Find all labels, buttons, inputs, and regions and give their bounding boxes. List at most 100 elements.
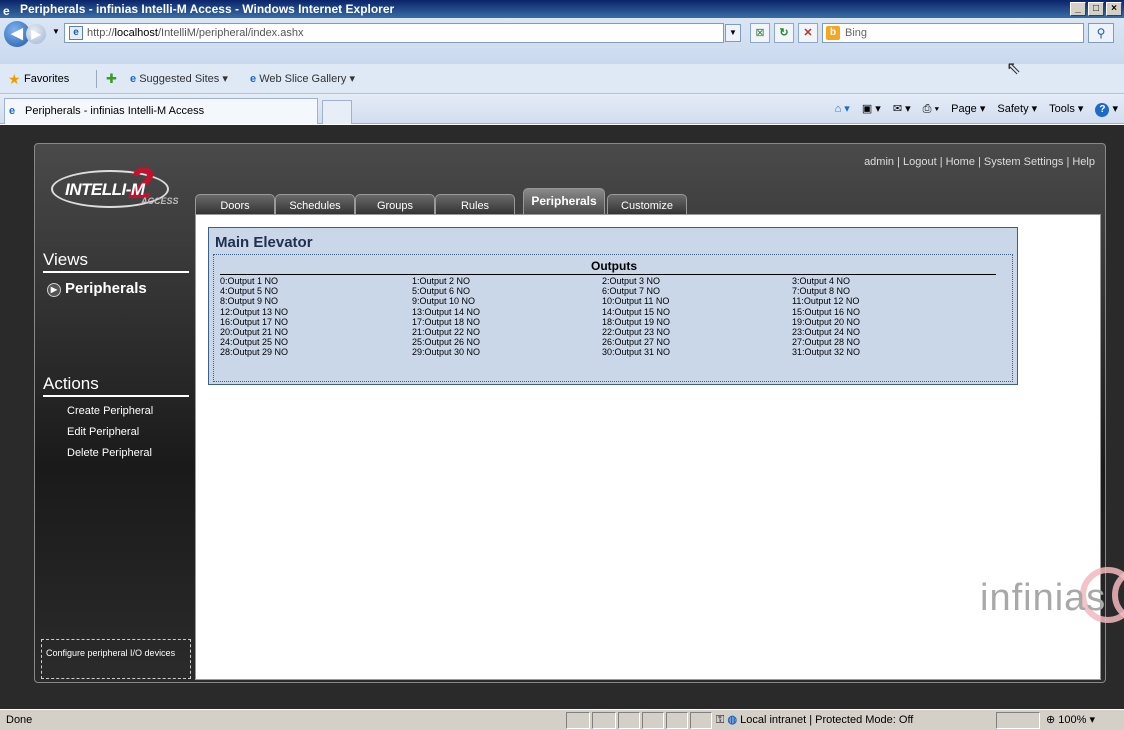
search-placeholder: Bing bbox=[845, 27, 868, 39]
bing-icon: b bbox=[826, 26, 840, 40]
output-item: 12:Output 13 NO bbox=[220, 306, 289, 317]
output-item: 15:Output 16 NO bbox=[792, 306, 861, 317]
close-button[interactable]: × bbox=[1106, 2, 1122, 16]
output-item: 8:Output 9 NO bbox=[220, 296, 279, 307]
output-item: 1:Output 2 NO bbox=[412, 276, 471, 286]
output-item: 7:Output 8 NO bbox=[792, 286, 851, 297]
web-slice-gallery-link[interactable]: e Web Slice Gallery ▾ bbox=[250, 64, 355, 94]
tools-menu[interactable]: Tools ▾ bbox=[1049, 94, 1083, 124]
address-dropdown-button[interactable]: ▼ bbox=[725, 24, 741, 42]
output-item: 13:Output 14 NO bbox=[412, 306, 481, 317]
address-bar[interactable]: e http://localhost/IntelliM/peripheral/i… bbox=[64, 23, 724, 43]
output-item: 23:Output 24 NO bbox=[792, 327, 861, 338]
favorites-button[interactable]: Favorites bbox=[24, 64, 69, 94]
home-icon[interactable]: ⌂ ▾ bbox=[835, 94, 850, 124]
protected-mode-icon: ⚿ bbox=[716, 714, 725, 726]
outputs-heading: Outputs bbox=[591, 259, 637, 273]
infinias-wordmark: infinias bbox=[980, 577, 1107, 619]
logo-text: INTELLI-M bbox=[65, 180, 145, 199]
output-item: 3:Output 4 NO bbox=[792, 276, 851, 286]
intranet-icon: ◍ bbox=[727, 714, 738, 726]
compatibility-view-icon[interactable]: ⊠ bbox=[750, 23, 770, 43]
sidebar-item-peripherals[interactable]: ▶ Peripherals bbox=[47, 280, 147, 297]
output-item: 24:Output 25 NO bbox=[220, 337, 289, 348]
search-button[interactable]: ⚲ bbox=[1088, 23, 1114, 43]
divider bbox=[96, 70, 97, 88]
minimize-button[interactable]: _ bbox=[1070, 2, 1086, 16]
page-menu[interactable]: Page ▾ bbox=[951, 94, 985, 124]
status-bar: Done ⚿ ◍ Local intranet | Protected Mode… bbox=[0, 709, 1124, 730]
browser-tab-row: e Peripherals - infinias Intelli-M Acces… bbox=[0, 94, 1124, 124]
mail-icon[interactable]: ✉ ▾ bbox=[893, 94, 911, 124]
hint-box: Configure peripheral I/O devices bbox=[41, 639, 191, 679]
status-cell bbox=[642, 712, 664, 729]
addon-status-icon[interactable] bbox=[996, 712, 1040, 729]
safety-menu[interactable]: Safety ▾ bbox=[997, 94, 1037, 124]
edit-peripheral-link[interactable]: Edit Peripheral bbox=[67, 426, 139, 438]
tab-doors[interactable]: Doors bbox=[195, 194, 275, 216]
stop-icon[interactable]: ✕ bbox=[798, 23, 818, 43]
maximize-button[interactable]: □ bbox=[1088, 2, 1104, 16]
ie-logo-icon: e bbox=[250, 73, 257, 85]
zoom-level: 100% bbox=[1058, 714, 1087, 726]
outputs-grid: 0:Output 1 NO 1:Output 2 NO 2:Output 3 NO 3… bbox=[220, 276, 1010, 358]
tab-rules[interactable]: Rules bbox=[435, 194, 515, 216]
peripheral-title: Main Elevator bbox=[215, 234, 313, 251]
favorites-bar: ★ Favorites ✚ e Suggested Sites ▾ e Web … bbox=[0, 64, 1124, 94]
tab-groups[interactable]: Groups bbox=[355, 194, 435, 216]
output-item: 28:Output 29 NO bbox=[220, 347, 289, 358]
arrow-right-icon: ▶ bbox=[47, 283, 61, 297]
suggested-sites-link[interactable]: e Suggested Sites ▾ bbox=[130, 64, 228, 94]
app-frame: 2 INTELLI-M ACCESS admin | Logout | Home… bbox=[34, 143, 1124, 683]
output-item: 26:Output 27 NO bbox=[602, 337, 671, 348]
output-item: 10:Output 11 NO bbox=[602, 296, 670, 307]
output-item: 17:Output 18 NO bbox=[412, 316, 481, 327]
security-zone[interactable]: ⚿ ◍ Local intranet | Protected Mode: Off bbox=[716, 710, 913, 730]
output-item: 5:Output 6 NO bbox=[412, 286, 471, 297]
views-heading: Views bbox=[43, 250, 189, 273]
search-input[interactable]: b Bing bbox=[822, 23, 1084, 43]
create-peripheral-link[interactable]: Create Peripheral bbox=[67, 405, 153, 417]
new-tab-button[interactable] bbox=[322, 100, 352, 124]
feeds-icon[interactable]: ▣ ▾ bbox=[862, 94, 881, 124]
favorites-star-icon[interactable]: ★ bbox=[8, 64, 21, 94]
outputs-box: Outputs 0:Output 1 NO 1:Output 2 NO 2:Outp… bbox=[213, 254, 1013, 382]
tab-peripherals[interactable]: Peripherals bbox=[523, 188, 605, 216]
output-item: 27:Output 28 NO bbox=[792, 337, 861, 348]
main-content: Main Elevator Outputs 0:Output 1 NO 1:Out… bbox=[195, 214, 1124, 680]
refresh-icon[interactable]: ↻ bbox=[774, 23, 794, 43]
recent-pages-dropdown-icon[interactable]: ▼ bbox=[52, 27, 60, 36]
status-text: Done bbox=[6, 714, 33, 726]
output-item: 30:Output 31 NO bbox=[602, 347, 671, 358]
top-links[interactable]: admin | Logout | Home | System Settings … bbox=[864, 156, 1095, 168]
status-cell bbox=[566, 712, 590, 729]
browser-tab-active[interactable]: e Peripherals - infinias Intelli-M Acces… bbox=[4, 98, 318, 124]
output-item: 14:Output 15 NO bbox=[602, 306, 671, 317]
window-controls: _ □ × bbox=[1070, 2, 1122, 16]
output-item: 21:Output 22 NO bbox=[412, 327, 481, 338]
address-toolbar: ◀ ▶ ▼ e http://localhost/IntelliM/periph… bbox=[0, 18, 1124, 64]
forward-button[interactable]: ▶ bbox=[26, 24, 46, 44]
status-cell bbox=[666, 712, 688, 729]
zoom-control[interactable]: ⊕ 100% ▾ bbox=[1046, 710, 1095, 730]
help-icon: ? bbox=[1095, 103, 1110, 117]
print-icon[interactable]: ⎙ ▾ bbox=[923, 94, 939, 124]
ie-logo-icon: e bbox=[130, 73, 137, 85]
outputs-divider bbox=[220, 274, 996, 275]
infinias-logo: infinias bbox=[980, 555, 1124, 635]
peripheral-panel[interactable]: Main Elevator Outputs 0:Output 1 NO 1:Out… bbox=[208, 227, 1018, 385]
output-item: 19:Output 20 NO bbox=[792, 316, 861, 327]
tab-customize[interactable]: Customize bbox=[607, 194, 687, 216]
url-prefix: http:// bbox=[87, 27, 115, 39]
intelli-m-logo[interactable]: 2 INTELLI-M ACCESS bbox=[51, 162, 181, 214]
command-bar: ⌂ ▾ ▣ ▾ ✉ ▾ ⎙ ▾ Page ▾ Safety ▾ Tools ▾ … bbox=[835, 94, 1118, 124]
sidebar-item-label: Peripherals bbox=[65, 280, 147, 297]
mouse-cursor-icon: ⇖ bbox=[1006, 58, 1022, 78]
help-menu[interactable]: ? ▾ bbox=[1095, 94, 1118, 124]
tab-schedules[interactable]: Schedules bbox=[275, 194, 355, 216]
window-title: Peripherals - infinias Intelli-M Access … bbox=[20, 2, 395, 16]
add-favorite-icon[interactable]: ✚ bbox=[106, 64, 117, 94]
browser-tab-label: Peripherals - infinias Intelli-M Access bbox=[25, 105, 205, 117]
window-title-bar: e Peripherals - infinias Intelli-M Acces… bbox=[0, 0, 1124, 18]
delete-peripheral-link[interactable]: Delete Peripheral bbox=[67, 447, 152, 459]
